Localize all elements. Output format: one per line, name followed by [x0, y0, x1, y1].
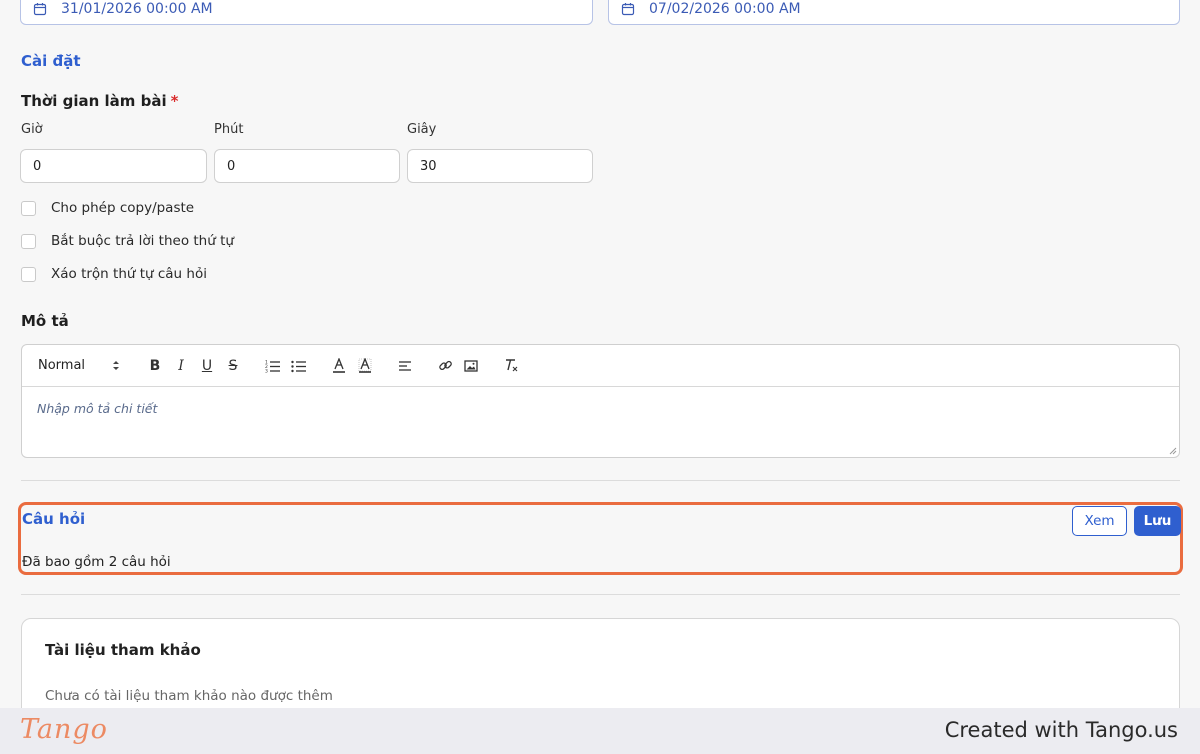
- hours-input[interactable]: 0: [20, 149, 207, 183]
- minutes-input[interactable]: 0: [214, 149, 400, 183]
- hours-value: 0: [33, 158, 42, 174]
- minutes-label: Phút: [214, 122, 244, 137]
- settings-title: Cài đặt: [21, 52, 81, 70]
- references-title: Tài liệu tham khảo: [45, 641, 201, 659]
- strike-icon[interactable]: S: [220, 356, 246, 376]
- start-date-input[interactable]: 31/01/2026 00:00 AM: [20, 0, 593, 25]
- resize-handle-icon[interactable]: [1169, 447, 1177, 455]
- minutes-value: 0: [227, 158, 236, 174]
- tango-footer: Tango Created with Tango.us: [0, 708, 1200, 754]
- questions-section: Câu hỏi Đã bao gồm 2 câu hỏi Xem Lưu: [18, 502, 1183, 575]
- created-with-text: Created with Tango.us: [944, 718, 1178, 742]
- image-icon[interactable]: [458, 356, 484, 376]
- ordered-list-icon[interactable]: 123: [260, 356, 286, 376]
- bullet-list-icon[interactable]: [286, 356, 312, 376]
- underline-icon[interactable]: U: [194, 356, 220, 376]
- references-empty-text: Chưa có tài liệu tham khảo nào được thêm: [45, 688, 333, 704]
- clear-format-icon[interactable]: [498, 356, 524, 376]
- format-select[interactable]: Normal: [38, 356, 120, 376]
- duration-label-text: Thời gian làm bài: [21, 92, 167, 110]
- start-date-value: 31/01/2026 00:00 AM: [61, 0, 213, 17]
- option-label: Cho phép copy/paste: [51, 200, 195, 216]
- divider: [21, 594, 1180, 595]
- updown-arrow-icon: [113, 361, 119, 370]
- description-editor: Normal B I U S 123 Nhập mô tả chi tiết: [21, 344, 1180, 458]
- view-button[interactable]: Xem: [1072, 506, 1127, 536]
- option-shuffle-questions[interactable]: Xáo trộn thứ tự câu hỏi: [21, 266, 207, 282]
- required-mark: *: [170, 92, 179, 110]
- shuffle-questions-checkbox[interactable]: [21, 266, 36, 282]
- svg-text:3: 3: [265, 368, 268, 373]
- format-value: Normal: [38, 358, 86, 373]
- background-color-icon[interactable]: [352, 356, 378, 376]
- questions-title: Câu hỏi: [22, 510, 86, 528]
- copy-paste-checkbox[interactable]: [21, 200, 36, 216]
- option-label: Xáo trộn thứ tự câu hỏi: [51, 266, 207, 282]
- option-ordered-answer[interactable]: Bắt buộc trả lời theo thứ tự: [21, 233, 234, 249]
- tango-logo: Tango: [20, 714, 108, 745]
- italic-icon[interactable]: I: [168, 356, 194, 376]
- end-date-value: 07/02/2026 00:00 AM: [649, 0, 801, 17]
- seconds-label: Giây: [407, 122, 437, 137]
- description-placeholder: Nhập mô tả chi tiết: [37, 401, 158, 416]
- seconds-input[interactable]: 30: [407, 149, 593, 183]
- align-icon[interactable]: [392, 356, 418, 376]
- save-button[interactable]: Lưu: [1134, 506, 1181, 536]
- bold-icon[interactable]: B: [142, 356, 168, 376]
- calendar-icon: [621, 2, 635, 15]
- option-label: Bắt buộc trả lời theo thứ tự: [51, 233, 234, 249]
- text-color-icon[interactable]: [326, 356, 352, 376]
- link-icon[interactable]: [432, 356, 458, 376]
- seconds-value: 30: [420, 158, 437, 174]
- option-copy-paste[interactable]: Cho phép copy/paste: [21, 200, 194, 216]
- end-date-input[interactable]: 07/02/2026 00:00 AM: [608, 0, 1180, 25]
- description-label: Mô tả: [21, 312, 69, 330]
- calendar-icon: [33, 2, 47, 15]
- questions-summary: Đã bao gồm 2 câu hỏi: [22, 554, 171, 570]
- description-textarea[interactable]: Nhập mô tả chi tiết: [22, 387, 1179, 430]
- hours-label: Giờ: [21, 122, 43, 137]
- divider: [21, 480, 1180, 481]
- ordered-answer-checkbox[interactable]: [21, 233, 36, 249]
- duration-label: Thời gian làm bài *: [21, 92, 178, 110]
- editor-toolbar: Normal B I U S 123: [22, 345, 1179, 387]
